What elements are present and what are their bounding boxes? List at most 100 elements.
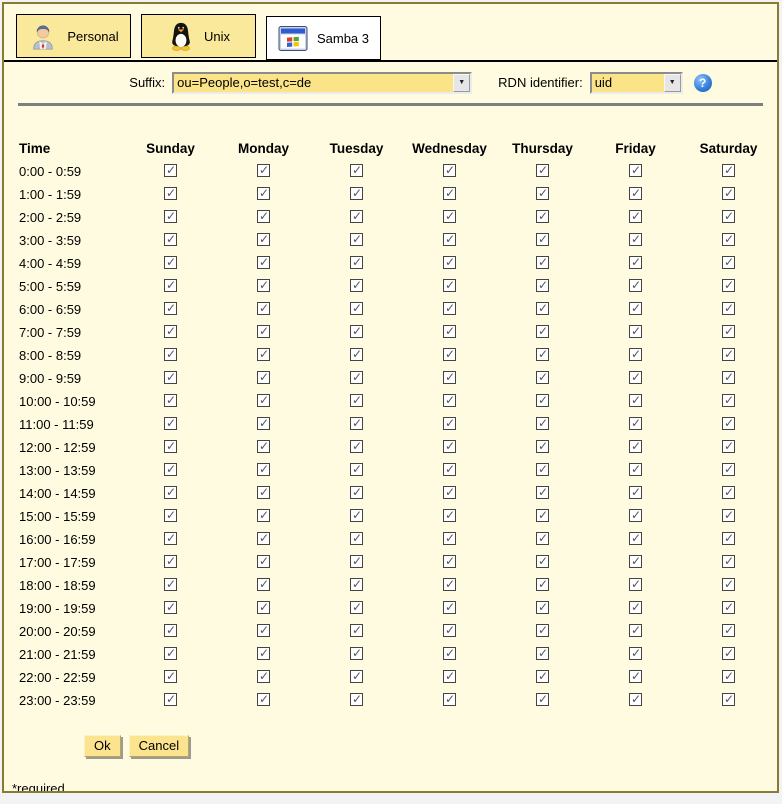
hour-checkbox[interactable] [164,624,177,637]
hour-checkbox[interactable] [536,624,549,637]
dropdown-arrow-icon[interactable]: ▼ [664,74,681,92]
hour-checkbox[interactable] [629,532,642,545]
hour-checkbox[interactable] [536,325,549,338]
hour-checkbox[interactable] [536,463,549,476]
dropdown-arrow-icon[interactable]: ▼ [453,74,470,92]
hour-checkbox[interactable] [722,371,735,384]
hour-checkbox[interactable] [257,325,270,338]
hour-checkbox[interactable] [443,532,456,545]
hour-checkbox[interactable] [722,647,735,660]
ok-button[interactable]: Ok [84,735,121,757]
hour-checkbox[interactable] [164,371,177,384]
hour-checkbox[interactable] [536,670,549,683]
hour-checkbox[interactable] [164,417,177,430]
hour-checkbox[interactable] [536,486,549,499]
hour-checkbox[interactable] [722,302,735,315]
hour-checkbox[interactable] [443,417,456,430]
hour-checkbox[interactable] [350,302,363,315]
hour-checkbox[interactable] [536,532,549,545]
hour-checkbox[interactable] [164,440,177,453]
hour-checkbox[interactable] [257,210,270,223]
hour-checkbox[interactable] [443,371,456,384]
hour-checkbox[interactable] [350,256,363,269]
hour-checkbox[interactable] [164,302,177,315]
hour-checkbox[interactable] [257,601,270,614]
hour-checkbox[interactable] [443,601,456,614]
hour-checkbox[interactable] [443,164,456,177]
hour-checkbox[interactable] [629,210,642,223]
hour-checkbox[interactable] [350,624,363,637]
hour-checkbox[interactable] [722,440,735,453]
hour-checkbox[interactable] [257,486,270,499]
hour-checkbox[interactable] [722,486,735,499]
hour-checkbox[interactable] [350,647,363,660]
hour-checkbox[interactable] [722,509,735,522]
hour-checkbox[interactable] [164,486,177,499]
rdn-select[interactable]: uid ▼ [590,72,683,94]
hour-checkbox[interactable] [443,440,456,453]
hour-checkbox[interactable] [536,578,549,591]
hour-checkbox[interactable] [629,233,642,246]
hour-checkbox[interactable] [164,532,177,545]
hour-checkbox[interactable] [350,417,363,430]
hour-checkbox[interactable] [350,210,363,223]
hour-checkbox[interactable] [722,670,735,683]
hour-checkbox[interactable] [722,693,735,706]
hour-checkbox[interactable] [629,187,642,200]
hour-checkbox[interactable] [164,210,177,223]
hour-checkbox[interactable] [257,394,270,407]
hour-checkbox[interactable] [722,463,735,476]
hour-checkbox[interactable] [164,348,177,361]
hour-checkbox[interactable] [350,509,363,522]
hour-checkbox[interactable] [629,555,642,568]
hour-checkbox[interactable] [629,578,642,591]
hour-checkbox[interactable] [350,279,363,292]
hour-checkbox[interactable] [722,578,735,591]
hour-checkbox[interactable] [629,670,642,683]
hour-checkbox[interactable] [350,670,363,683]
hour-checkbox[interactable] [536,279,549,292]
hour-checkbox[interactable] [350,693,363,706]
hour-checkbox[interactable] [722,624,735,637]
hour-checkbox[interactable] [443,555,456,568]
tab-samba3[interactable]: Samba 3 [266,16,381,60]
hour-checkbox[interactable] [257,256,270,269]
hour-checkbox[interactable] [257,187,270,200]
hour-checkbox[interactable] [722,417,735,430]
hour-checkbox[interactable] [443,509,456,522]
hour-checkbox[interactable] [722,210,735,223]
hour-checkbox[interactable] [629,164,642,177]
hour-checkbox[interactable] [164,647,177,660]
hour-checkbox[interactable] [629,486,642,499]
hour-checkbox[interactable] [536,164,549,177]
hour-checkbox[interactable] [350,463,363,476]
hour-checkbox[interactable] [257,532,270,545]
hour-checkbox[interactable] [257,233,270,246]
hour-checkbox[interactable] [164,693,177,706]
hour-checkbox[interactable] [257,647,270,660]
hour-checkbox[interactable] [257,302,270,315]
hour-checkbox[interactable] [257,624,270,637]
hour-checkbox[interactable] [629,417,642,430]
hour-checkbox[interactable] [257,440,270,453]
hour-checkbox[interactable] [722,279,735,292]
hour-checkbox[interactable] [722,555,735,568]
hour-checkbox[interactable] [350,578,363,591]
hour-checkbox[interactable] [629,279,642,292]
hour-checkbox[interactable] [350,164,363,177]
hour-checkbox[interactable] [536,647,549,660]
hour-checkbox[interactable] [629,624,642,637]
hour-checkbox[interactable] [443,187,456,200]
hour-checkbox[interactable] [257,555,270,568]
hour-checkbox[interactable] [164,233,177,246]
hour-checkbox[interactable] [257,348,270,361]
hour-checkbox[interactable] [257,463,270,476]
hour-checkbox[interactable] [443,463,456,476]
hour-checkbox[interactable] [350,233,363,246]
hour-checkbox[interactable] [164,578,177,591]
hour-checkbox[interactable] [164,187,177,200]
hour-checkbox[interactable] [164,509,177,522]
hour-checkbox[interactable] [164,164,177,177]
hour-checkbox[interactable] [350,371,363,384]
hour-checkbox[interactable] [443,256,456,269]
